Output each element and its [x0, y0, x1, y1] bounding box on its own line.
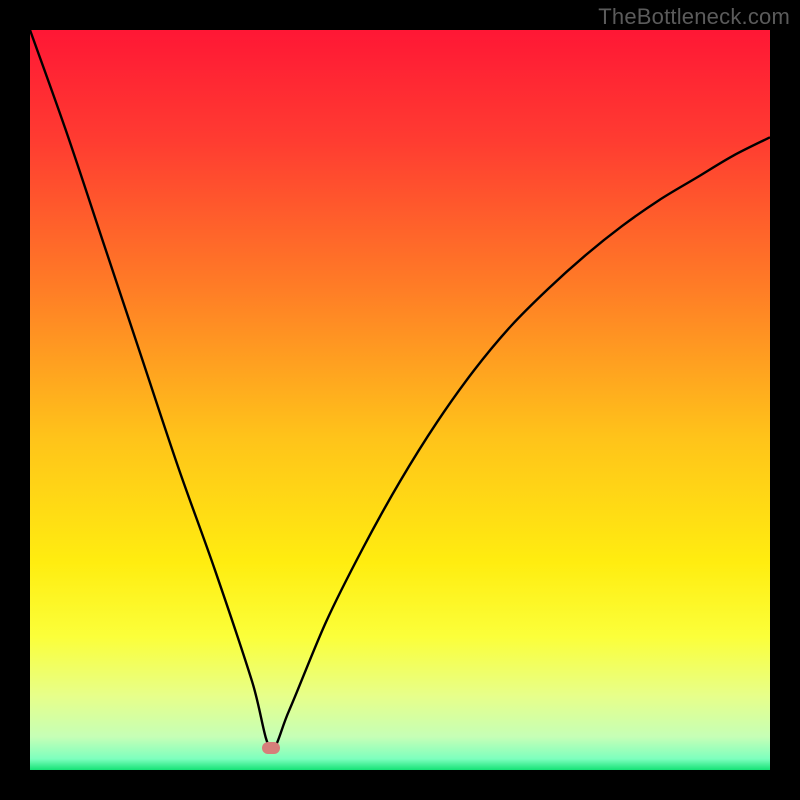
watermark-text: TheBottleneck.com	[598, 4, 790, 30]
plot-svg	[30, 30, 770, 770]
plot-area	[30, 30, 770, 770]
optimum-marker	[262, 742, 280, 754]
gradient-background	[30, 30, 770, 770]
chart-frame: TheBottleneck.com	[0, 0, 800, 800]
